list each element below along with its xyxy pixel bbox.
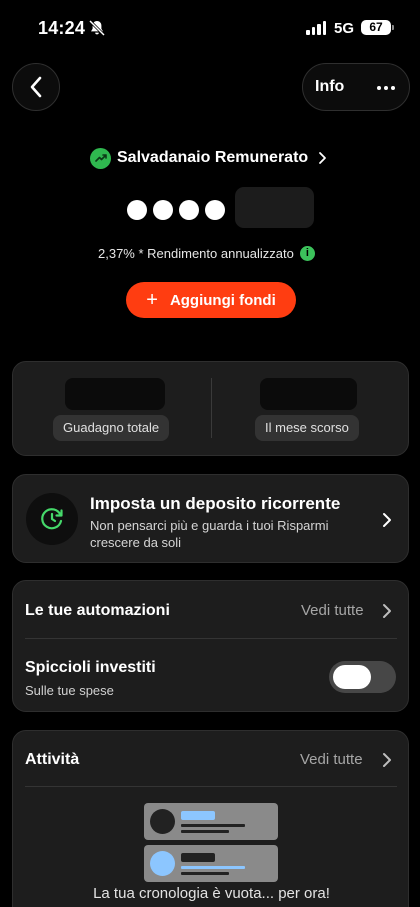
bell-muted-icon bbox=[88, 19, 106, 37]
chevron-right-icon[interactable] bbox=[382, 603, 392, 619]
recurring-deposit-subtitle: Non pensarci più e guarda i tuoi Risparm… bbox=[90, 518, 329, 550]
total-gain-label: Guadagno totale bbox=[53, 415, 170, 441]
yield-row: 2,37% * Rendimento annualizzato i bbox=[98, 246, 315, 261]
roundup-subtitle: Sulle tue spese bbox=[25, 683, 114, 698]
placeholder-line bbox=[181, 824, 245, 827]
more-options-icon[interactable] bbox=[377, 86, 395, 90]
empty-state-illustration-row bbox=[144, 845, 278, 882]
roundup-toggle[interactable] bbox=[329, 661, 396, 693]
chevron-right-icon bbox=[319, 152, 327, 164]
divider bbox=[25, 638, 397, 639]
add-funds-button[interactable]: + Aggiungi fondi bbox=[126, 282, 296, 318]
chevron-right-icon bbox=[383, 513, 391, 527]
hidden-balance-mask bbox=[235, 187, 314, 228]
roundup-title: Spiccioli investiti bbox=[25, 659, 156, 676]
placeholder-tag bbox=[181, 811, 215, 820]
chevron-right-icon[interactable] bbox=[382, 752, 392, 768]
recurring-icon-container bbox=[26, 493, 78, 545]
recurring-deposit-title: Imposta un deposito ricorrente bbox=[90, 494, 341, 513]
placeholder-line bbox=[181, 872, 229, 875]
hidden-balance-dots bbox=[127, 200, 225, 220]
chevron-left-icon bbox=[30, 76, 42, 98]
recurring-deposit-card[interactable]: Imposta un deposito ricorrente Non pensa… bbox=[12, 474, 409, 563]
account-title: Salvadanaio Remunerato bbox=[117, 149, 309, 166]
divider bbox=[25, 786, 397, 787]
activity-empty-text: La tua cronologia è vuota... per ora! bbox=[93, 885, 330, 902]
last-month-hidden-value bbox=[260, 378, 357, 410]
automations-see-all-link[interactable]: Vedi tutte bbox=[301, 602, 364, 619]
toggle-knob bbox=[333, 665, 371, 689]
info-icon[interactable]: i bbox=[299, 246, 315, 261]
network-type: 5G bbox=[334, 20, 355, 37]
activity-card: Attività Vedi tutte La tua cronologia è … bbox=[12, 730, 409, 907]
automations-title: Le tue automazioni bbox=[25, 602, 170, 619]
placeholder-avatar bbox=[150, 851, 175, 876]
placeholder-avatar bbox=[150, 809, 175, 834]
activity-title: Attività bbox=[25, 751, 80, 768]
status-time: 14:24 bbox=[38, 18, 86, 38]
last-month-label: Il mese scorso bbox=[255, 415, 359, 441]
placeholder-tag bbox=[181, 853, 215, 862]
battery-icon: 67 bbox=[361, 20, 394, 35]
back-button[interactable] bbox=[12, 63, 60, 111]
stats-divider bbox=[211, 378, 212, 438]
stats-card: Guadagno totale Il mese scorso bbox=[12, 361, 409, 456]
yield-text: 2,37% * Rendimento annualizzato bbox=[98, 246, 294, 261]
info-menu-pill: Info bbox=[302, 63, 410, 111]
activity-see-all-link[interactable]: Vedi tutte bbox=[300, 751, 363, 768]
account-title-link[interactable]: Salvadanaio Remunerato bbox=[90, 146, 327, 170]
placeholder-line bbox=[181, 866, 245, 869]
automations-card: Le tue automazioni Vedi tutte Spiccioli … bbox=[12, 580, 409, 712]
cell-signal-icon bbox=[306, 21, 326, 35]
placeholder-line bbox=[181, 830, 229, 833]
trend-up-icon bbox=[90, 147, 111, 169]
plus-icon: + bbox=[146, 289, 158, 311]
add-funds-label: Aggiungi fondi bbox=[169, 291, 276, 309]
empty-state-illustration-row bbox=[144, 803, 278, 840]
status-bar: 14:24 5G 67 bbox=[0, 0, 420, 56]
info-button[interactable]: Info bbox=[315, 78, 344, 96]
recurring-clock-icon bbox=[41, 508, 63, 530]
total-gain-hidden-value bbox=[65, 378, 165, 410]
